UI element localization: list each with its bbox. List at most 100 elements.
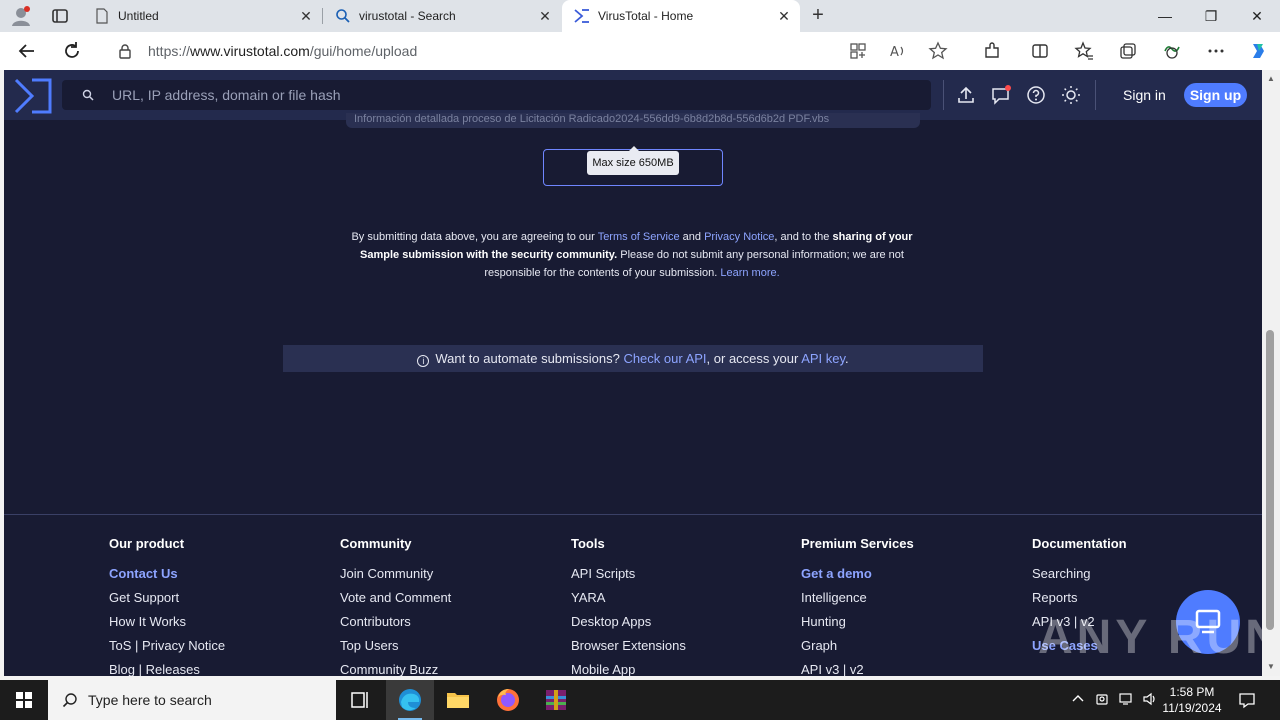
close-icon[interactable]: ✕ — [776, 8, 792, 24]
app-available-icon[interactable] — [848, 41, 868, 61]
windows-start-icon[interactable] — [0, 680, 48, 720]
restore-button[interactable]: ❐ — [1188, 0, 1234, 32]
back-arrow-icon[interactable] — [16, 40, 38, 62]
footer-heading: Our product — [109, 536, 185, 551]
sign-in-link[interactable]: Sign in — [1123, 87, 1166, 103]
footer-link[interactable]: Browser Extensions — [571, 638, 686, 662]
page-icon — [96, 8, 108, 24]
refresh-icon[interactable] — [61, 40, 83, 62]
learn-more-link[interactable]: Learn more. — [720, 267, 779, 279]
footer-link[interactable]: Contributors — [340, 614, 451, 638]
read-aloud-icon[interactable]: A — [888, 41, 908, 61]
close-icon[interactable]: ✕ — [298, 8, 314, 24]
copilot-icon[interactable] — [1248, 41, 1268, 61]
favorites-icon[interactable] — [1074, 41, 1094, 61]
browser-essentials-icon[interactable] — [1162, 41, 1182, 61]
footer-link[interactable]: API Scripts — [571, 566, 686, 590]
footer-link[interactable]: Mobile App — [571, 662, 686, 676]
virustotal-logo-icon[interactable] — [14, 78, 52, 114]
footer-link[interactable]: Vote and Comment — [340, 590, 451, 614]
taskbar-edge[interactable] — [386, 680, 434, 720]
show-hidden-icons-chevron-icon[interactable] — [1070, 691, 1086, 707]
favorite-star-icon[interactable] — [928, 41, 948, 61]
tab-title: Untitled — [118, 9, 159, 23]
footer-link[interactable]: Get a demo — [801, 566, 914, 590]
profile-avatar-icon[interactable] — [10, 5, 32, 27]
theme-toggle-sun-icon[interactable] — [1061, 85, 1081, 105]
footer-link[interactable]: Graph — [801, 638, 914, 662]
collections-icon[interactable] — [1118, 41, 1138, 61]
taskbar-search-box[interactable]: Type here to search — [48, 680, 336, 720]
footer-link[interactable]: Hunting — [801, 614, 914, 638]
sign-up-button[interactable]: Sign up — [1184, 83, 1247, 107]
scroll-up-icon[interactable]: ▲ — [1266, 74, 1276, 84]
firefox-icon[interactable] — [484, 680, 532, 720]
check-api-link[interactable]: Check our API — [623, 351, 706, 366]
winrar-icon[interactable] — [532, 680, 580, 720]
url-text[interactable]: https://www.virustotal.com/gui/home/uplo… — [148, 43, 417, 59]
footer-heading: Premium Services — [801, 536, 914, 551]
privacy-notice-link[interactable]: Privacy Notice — [704, 231, 774, 243]
split-screen-icon[interactable] — [1030, 41, 1050, 61]
lock-icon[interactable] — [118, 43, 132, 59]
browser-tab-strip: Untitled ✕ virustotal - Search ✕ VirusTo… — [0, 0, 1280, 32]
meet-now-icon[interactable] — [1094, 691, 1110, 707]
extensions-icon[interactable] — [982, 41, 1002, 61]
footer-link[interactable]: Top Users — [340, 638, 451, 662]
taskbar-search-placeholder: Type here to search — [88, 692, 212, 708]
footer-link[interactable]: ToS | Privacy Notice — [109, 638, 225, 662]
footer-link[interactable]: Blog | Releases — [109, 662, 225, 676]
footer-col-tools: Tools API Scripts YARA Desktop Apps Brow… — [571, 536, 686, 676]
search-icon — [336, 9, 350, 23]
tab-actions-icon[interactable] — [50, 6, 70, 26]
max-size-tooltip: Max size 650MB — [587, 146, 679, 175]
footer-link[interactable]: Searching — [1032, 566, 1127, 590]
api-banner: i Want to automate submissions? Check our… — [283, 345, 983, 372]
taskbar-clock[interactable]: 1:58 PM 11/19/2024 — [1160, 684, 1224, 716]
footer-heading: Tools — [571, 536, 605, 551]
vt-search-input[interactable] — [112, 85, 912, 105]
terms-text: , and to the — [774, 231, 833, 243]
footer-link[interactable]: Contact Us — [109, 566, 225, 590]
footer-link[interactable]: Community Buzz — [340, 662, 451, 676]
footer-link[interactable]: API v3 | v2 — [801, 662, 914, 676]
file-explorer-icon[interactable] — [434, 680, 482, 720]
page-scrollbar[interactable]: ▲ ▼ — [1262, 70, 1280, 676]
address-bar[interactable]: https://www.virustotal.com/gui/home/uplo… — [100, 36, 964, 66]
close-window-button[interactable]: ✕ — [1234, 0, 1280, 32]
scrollbar-thumb[interactable] — [1266, 330, 1274, 630]
more-menu-icon[interactable] — [1206, 41, 1226, 61]
tab-untitled[interactable]: Untitled ✕ — [82, 0, 322, 32]
notifications-icon[interactable] — [1238, 691, 1256, 709]
footer-link[interactable]: How It Works — [109, 614, 225, 638]
vt-search-bar[interactable] — [62, 80, 931, 110]
network-icon[interactable] — [1118, 691, 1134, 707]
footer-link[interactable]: Intelligence — [801, 590, 914, 614]
terms-of-service-link[interactable]: Terms of Service — [598, 231, 680, 243]
footer-link[interactable]: Join Community — [340, 566, 451, 590]
virustotal-logo-icon — [574, 9, 589, 23]
help-icon[interactable] — [1026, 85, 1046, 105]
footer-link[interactable]: Get Support — [109, 590, 225, 614]
close-icon[interactable]: ✕ — [537, 8, 553, 24]
notifications-chat-icon[interactable] — [991, 85, 1011, 105]
terms-notice: By submitting data above, you are agreei… — [334, 228, 930, 282]
new-tab-button[interactable]: + — [808, 5, 828, 26]
tab-virustotal-search[interactable]: virustotal - Search ✕ — [323, 0, 561, 32]
url-domain: www.virustotal.com — [190, 43, 310, 59]
scroll-down-icon[interactable]: ▼ — [1266, 662, 1276, 672]
anyrun-watermark: ANY RUN — [1038, 611, 1262, 664]
info-icon: i — [417, 355, 430, 367]
page-viewport: Sign in Sign up Información detallada pr… — [4, 70, 1262, 676]
task-view-icon[interactable] — [336, 680, 384, 720]
browser-toolbar: https://www.virustotal.com/gui/home/uplo… — [0, 32, 1280, 70]
api-key-link[interactable]: API key — [801, 351, 845, 366]
footer-link[interactable]: YARA — [571, 590, 686, 614]
tab-virustotal-home[interactable]: VirusTotal - Home ✕ — [562, 0, 800, 32]
footer-link[interactable]: Desktop Apps — [571, 614, 686, 638]
upload-icon[interactable] — [956, 85, 976, 105]
volume-icon[interactable] — [1142, 691, 1158, 707]
minimize-button[interactable]: — — [1142, 0, 1188, 32]
selected-file-chip[interactable]: Información detallada proceso de Licitac… — [346, 113, 920, 128]
footer-divider — [4, 514, 1262, 515]
